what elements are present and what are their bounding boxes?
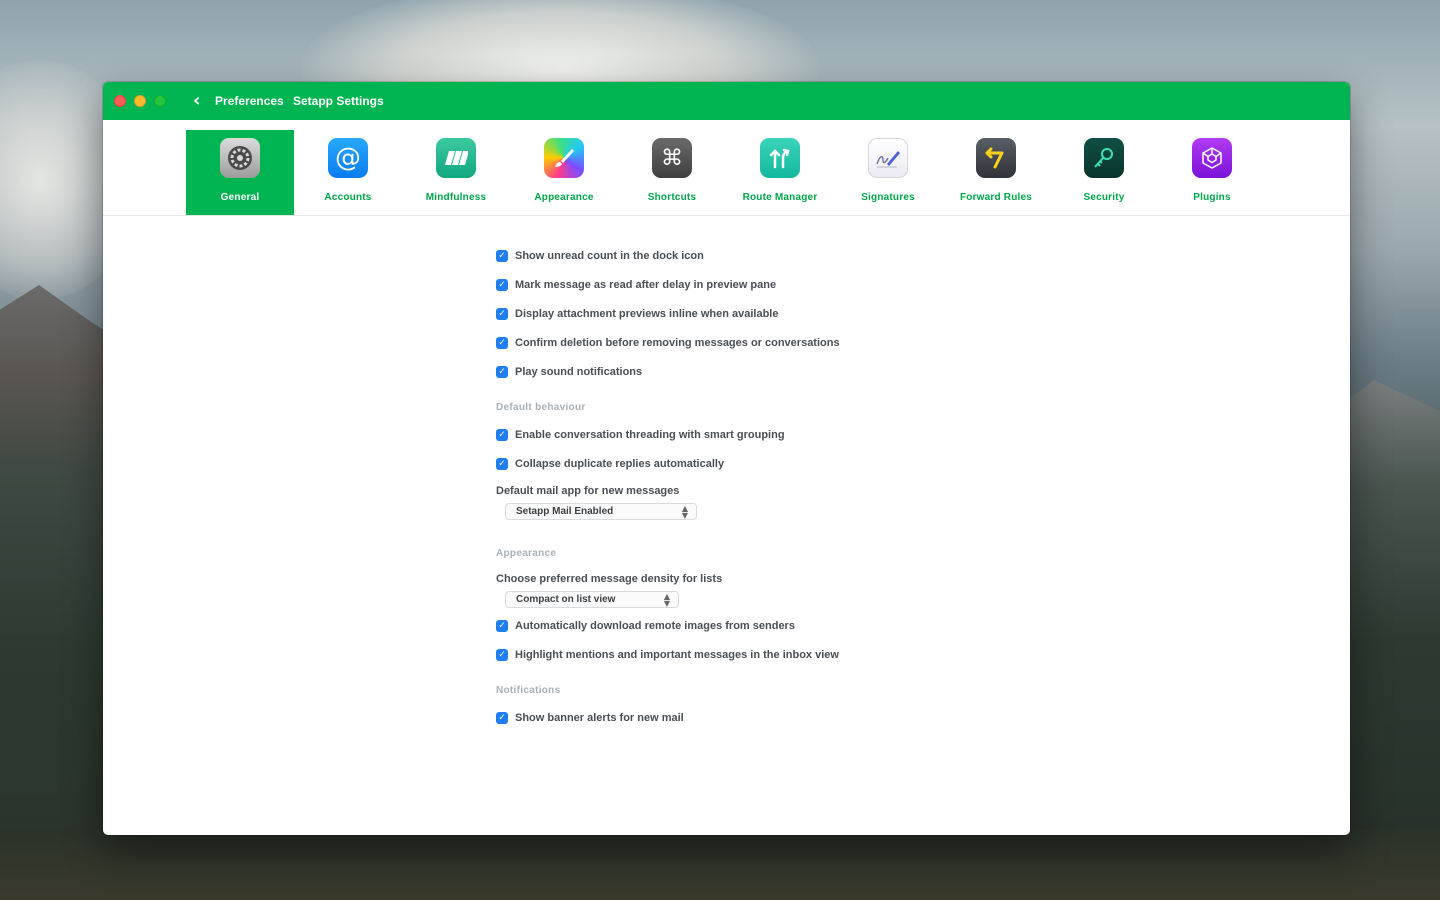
select-value: Compact on list view: [516, 594, 616, 605]
setting-row: ✓ Confirm deletion before removing messa…: [496, 335, 966, 355]
setting-label: Confirm deletion before removing message…: [515, 337, 840, 349]
setting-row: ✓ Collapse duplicate replies automatical…: [496, 456, 966, 476]
breadcrumb-parent[interactable]: Preferences: [215, 94, 284, 108]
setting-row: ✓ Play sound notifications: [496, 364, 966, 384]
checkbox[interactable]: ✓: [496, 366, 508, 378]
tab-forward-rules-label: Forward Rules: [959, 192, 1033, 203]
checkbox[interactable]: ✓: [496, 649, 508, 661]
section-heading: Notifications: [496, 685, 561, 696]
section-heading: Default behaviour: [496, 402, 586, 413]
checkbox[interactable]: ✓: [496, 337, 508, 349]
checkbox[interactable]: ✓: [496, 250, 508, 262]
tab-route-manager-label: Route Manager: [742, 192, 818, 203]
setting-label: Display attachment previews inline when …: [515, 308, 779, 320]
setting-label: Enable conversation threading with smart…: [515, 429, 785, 441]
setting-label: Highlight mentions and important message…: [515, 649, 839, 661]
checkbox[interactable]: ✓: [496, 620, 508, 632]
stacked-bars-icon: [436, 138, 476, 178]
up-down-arrows-icon: ▲ ▼: [681, 503, 688, 520]
checkbox[interactable]: ✓: [496, 308, 508, 320]
tab-signatures-label: Signatures: [861, 192, 915, 203]
setting-description: Choose preferred message density for lis…: [496, 573, 723, 585]
setting-row: ✓ Automatically download remote images f…: [496, 618, 966, 638]
gear-icon: [220, 138, 260, 178]
tab-general[interactable]: General: [186, 130, 294, 215]
breadcrumb-current: Setapp Settings: [293, 94, 384, 108]
minimize-window-button[interactable]: [134, 95, 146, 107]
checkbox[interactable]: ✓: [496, 429, 508, 441]
tab-accounts[interactable]: @ Accounts: [294, 130, 402, 215]
tab-mindfulness[interactable]: Mindfulness: [402, 130, 510, 215]
tab-forward-rules[interactable]: Forward Rules: [942, 130, 1050, 215]
setting-row: ✓ Show unread count in the dock icon: [496, 248, 966, 268]
split-arrows-icon: [760, 138, 800, 178]
preferences-toolbar: General @ Accounts Mindfulness Appearanc…: [103, 120, 1350, 216]
back-chevron-icon[interactable]: ‹: [193, 92, 209, 110]
tab-plugins[interactable]: Plugins: [1158, 130, 1266, 215]
section-heading: Appearance: [496, 548, 557, 559]
tab-appearance-label: Appearance: [534, 192, 594, 203]
setting-row: ✓ Highlight mentions and important messa…: [496, 647, 966, 667]
return-arrow-icon: [976, 138, 1016, 178]
setting-label: Mark message as read after delay in prev…: [515, 279, 777, 291]
setting-label: Show banner alerts for new mail: [515, 712, 684, 724]
setting-row: ✓ Enable conversation threading with sma…: [496, 427, 966, 447]
select-value: Setapp Mail Enabled: [516, 506, 614, 517]
up-down-arrows-icon: ▲ ▼: [663, 591, 670, 608]
at-sign-icon: @: [328, 138, 368, 178]
general-settings-panel: ✓ Show unread count in the dock icon ✓ M…: [496, 248, 966, 739]
tab-accounts-label: Accounts: [324, 192, 372, 203]
density-select[interactable]: Compact on list view ▲ ▼: [505, 591, 679, 608]
setting-row: ✓ Display attachment previews inline whe…: [496, 306, 966, 326]
cube-icon: [1192, 138, 1232, 178]
default-mail-app-select[interactable]: Setapp Mail Enabled ▲ ▼: [505, 503, 697, 520]
title-bar: ‹ Preferences Setapp Settings: [103, 82, 1350, 120]
setting-label: Automatically download remote images fro…: [515, 620, 795, 632]
command-key-icon: ⌘: [652, 138, 692, 178]
tab-security-label: Security: [1083, 192, 1125, 203]
checkbox[interactable]: ✓: [496, 458, 508, 470]
setting-label: Play sound notifications: [515, 366, 643, 378]
signature-icon: [868, 138, 908, 178]
setting-row: ✓ Mark message as read after delay in pr…: [496, 277, 966, 297]
tab-plugins-label: Plugins: [1193, 192, 1231, 203]
tab-shortcuts[interactable]: ⌘ Shortcuts: [618, 130, 726, 215]
tab-appearance[interactable]: Appearance: [510, 130, 618, 215]
maximize-window-button[interactable]: [154, 95, 166, 107]
background-forest: [0, 830, 1440, 900]
close-window-button[interactable]: [114, 95, 126, 107]
tab-shortcuts-label: Shortcuts: [647, 192, 697, 203]
setting-label: Collapse duplicate replies automatically: [515, 458, 725, 470]
key-icon: [1084, 138, 1124, 178]
setting-description: Default mail app for new messages: [496, 485, 680, 497]
setting-label: Show unread count in the dock icon: [515, 250, 704, 262]
preferences-window: ‹ Preferences Setapp Settings General @ …: [103, 82, 1350, 835]
paintbrush-icon: [544, 138, 584, 178]
tab-security[interactable]: Security: [1050, 130, 1158, 215]
tab-signatures[interactable]: Signatures: [834, 130, 942, 215]
tab-mindfulness-label: Mindfulness: [425, 192, 487, 203]
checkbox[interactable]: ✓: [496, 279, 508, 291]
checkbox[interactable]: ✓: [496, 712, 508, 724]
setting-row: ✓ Show banner alerts for new mail: [496, 710, 966, 730]
tab-general-label: General: [220, 192, 260, 203]
tab-route-manager[interactable]: Route Manager: [726, 130, 834, 215]
